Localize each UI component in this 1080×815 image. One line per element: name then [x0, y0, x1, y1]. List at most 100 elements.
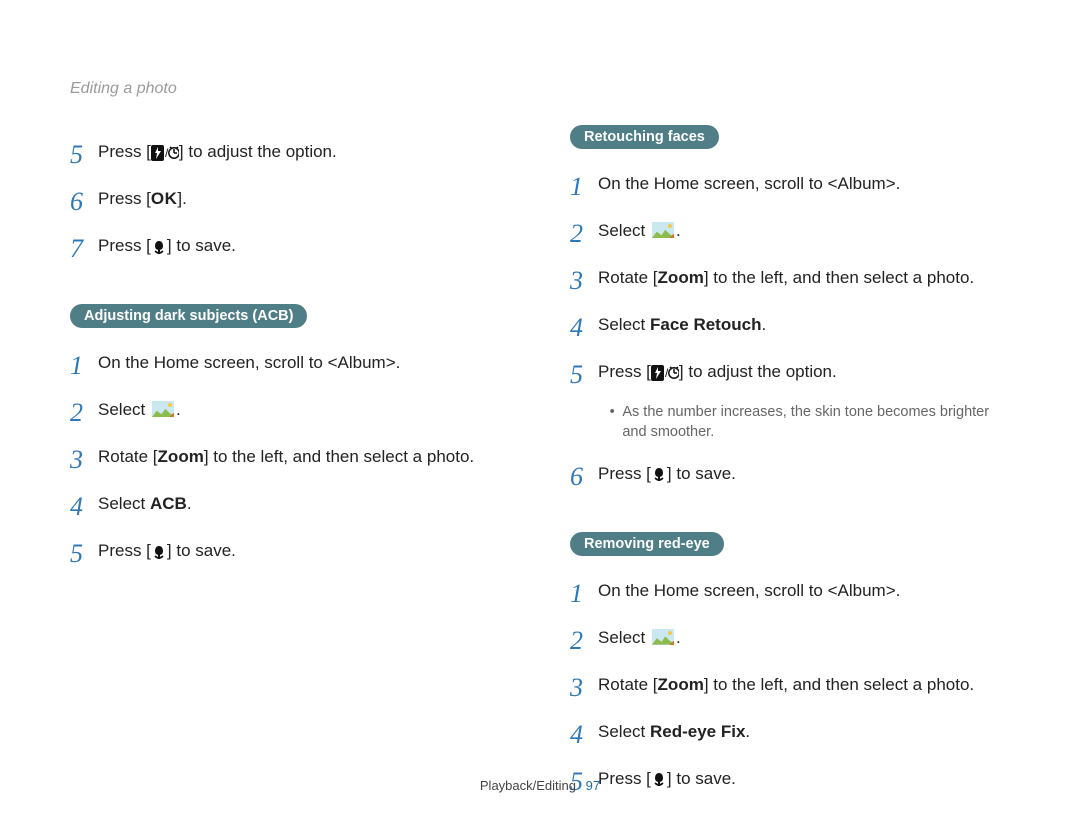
text: Select: [598, 221, 650, 240]
text: .: [761, 315, 766, 334]
step-6: 6 Press [OK].: [70, 182, 510, 221]
text-bold: <Album>: [828, 581, 896, 600]
macro-icon: [651, 466, 667, 482]
text: On the Home screen, scroll to: [98, 353, 328, 372]
step-number: 3: [570, 668, 598, 707]
text: ] to save.: [667, 464, 736, 483]
note-text: As the number increases, the skin tone b…: [622, 402, 1008, 443]
text-bold: Zoom: [658, 268, 704, 287]
text: Rotate [: [598, 675, 658, 694]
retouch-note: • As the number increases, the skin tone…: [608, 402, 1008, 443]
edit-image-icon: [652, 629, 674, 645]
redeye-step-2: 2 Select .: [570, 621, 1010, 660]
text: .: [676, 628, 681, 647]
step-text: Select .: [598, 621, 681, 651]
step-number: 7: [70, 229, 98, 268]
step-text: Press [/] to adjust the option.: [98, 135, 337, 165]
text: Select: [598, 315, 650, 334]
flash-timer-icon: /: [651, 365, 679, 381]
retouch-step-6: 6 Press [ ] to save.: [570, 457, 1010, 496]
text: ] to adjust the option.: [179, 142, 337, 161]
text: Select: [598, 628, 650, 647]
text: Select: [98, 400, 150, 419]
step-text: On the Home screen, scroll to <Album>.: [598, 167, 900, 197]
step-text: Press [] to save.: [98, 229, 236, 259]
text: Rotate [: [98, 447, 158, 466]
step-number: 4: [70, 487, 98, 526]
text: On the Home screen, scroll to: [598, 581, 828, 600]
text: ] to the left, and then select a photo.: [204, 447, 474, 466]
step-number: 1: [70, 346, 98, 385]
acb-step-4: 4 Select ACB.: [70, 487, 510, 526]
text: Press [: [98, 189, 151, 208]
step-text: Select Face Retouch.: [598, 308, 766, 338]
text: Select: [598, 722, 650, 741]
step-text: Select .: [98, 393, 181, 423]
footer-page-number: 97: [586, 778, 600, 793]
text-bold: Zoom: [158, 447, 204, 466]
text: Press [: [598, 464, 651, 483]
step-text: On the Home screen, scroll to <Album>.: [598, 574, 900, 604]
ok-icon: OK: [151, 189, 178, 208]
text: ] to the left, and then select a photo.: [704, 268, 974, 287]
text: .: [745, 722, 750, 741]
text: ] to adjust the option.: [679, 362, 837, 381]
section-heading-redeye: Removing red-eye: [570, 532, 724, 556]
text-bold: ACB: [150, 494, 187, 513]
step-number: 5: [570, 355, 598, 394]
step-number: 2: [570, 214, 598, 253]
redeye-step-4: 4 Select Red-eye Fix.: [570, 715, 1010, 754]
footer-section: Playback/Editing: [480, 778, 576, 793]
step-7: 7 Press [] to save.: [70, 229, 510, 268]
redeye-step-1: 1 On the Home screen, scroll to <Album>.: [570, 574, 1010, 613]
step-text: Rotate [Zoom] to the left, and then sele…: [598, 261, 974, 291]
text: .: [896, 581, 901, 600]
step-text: On the Home screen, scroll to <Album>.: [98, 346, 400, 376]
step-number: 6: [570, 457, 598, 496]
text: Press [: [98, 541, 151, 560]
step-text: Select .: [598, 214, 681, 244]
step-number: 5: [70, 534, 98, 573]
acb-step-5: 5 Press [] to save.: [70, 534, 510, 573]
text-bold: Zoom: [658, 675, 704, 694]
text: On the Home screen, scroll to: [598, 174, 828, 193]
text-bold: Red-eye Fix: [650, 722, 745, 741]
page-footer: Playback/Editing 97: [0, 778, 1080, 793]
section-heading-retouch: Retouching faces: [570, 125, 719, 149]
text-bold: Face Retouch: [650, 315, 761, 334]
edit-image-icon: [652, 222, 674, 238]
step-text: Rotate [Zoom] to the left, and then sele…: [598, 668, 974, 698]
text-bold: <Album>: [328, 353, 396, 372]
page-header: Editing a photo: [70, 80, 177, 98]
text: .: [176, 400, 181, 419]
text: ].: [177, 189, 186, 208]
text: .: [676, 221, 681, 240]
step-number: 2: [70, 393, 98, 432]
text: .: [396, 353, 401, 372]
step-text: Select Red-eye Fix.: [598, 715, 750, 745]
step-text: Select ACB.: [98, 487, 192, 517]
retouch-step-1: 1 On the Home screen, scroll to <Album>.: [570, 167, 1010, 206]
step-number: 6: [70, 182, 98, 221]
text: .: [187, 494, 192, 513]
bullet-icon: •: [608, 402, 616, 443]
section-heading-acb: Adjusting dark subjects (ACB): [70, 304, 307, 328]
step-number: 3: [570, 261, 598, 300]
step-number: 4: [570, 715, 598, 754]
acb-step-3: 3 Rotate [Zoom] to the left, and then se…: [70, 440, 510, 479]
macro-icon: [151, 544, 167, 560]
step-number: 1: [570, 167, 598, 206]
text: Press [: [598, 362, 651, 381]
retouch-step-3: 3 Rotate [Zoom] to the left, and then se…: [570, 261, 1010, 300]
step-text: Press [] to save.: [98, 534, 236, 564]
text: ] to save.: [167, 236, 236, 255]
text: Press [: [98, 142, 151, 161]
step-text: Press [OK].: [98, 182, 187, 212]
step-text: Press [ ] to save.: [598, 457, 736, 487]
retouch-step-2: 2 Select .: [570, 214, 1010, 253]
redeye-step-3: 3 Rotate [Zoom] to the left, and then se…: [570, 668, 1010, 707]
acb-step-2: 2 Select .: [70, 393, 510, 432]
retouch-step-4: 4 Select Face Retouch.: [570, 308, 1010, 347]
step-number: 3: [70, 440, 98, 479]
step-number: 5: [70, 135, 98, 174]
